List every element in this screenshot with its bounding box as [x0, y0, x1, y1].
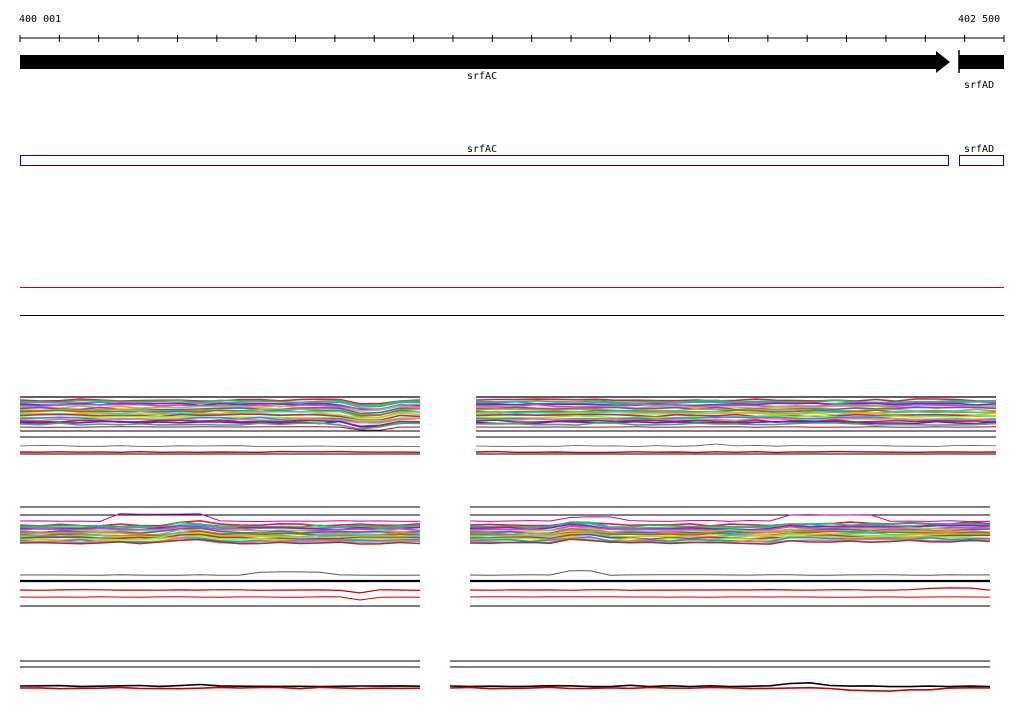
block2-red-line [469, 596, 991, 598]
block2-red-line [19, 589, 421, 594]
alignment-tracks[interactable] [19, 396, 997, 692]
block1-grey-line [19, 444, 421, 447]
block3-red-line [449, 686, 991, 692]
annotation-box-srfad [959, 155, 1004, 166]
reference-lines [20, 287, 1004, 316]
block2-red-line [469, 587, 991, 591]
block2-red-line [19, 596, 421, 601]
block1-band-2 [475, 398, 997, 426]
ruler [19, 35, 1005, 42]
block1-red-line [475, 450, 997, 454]
gene-block-srfad [959, 55, 1004, 69]
block2-grey-line [20, 571, 421, 576]
block2-grey-line [469, 570, 991, 576]
block1-grey-line [475, 443, 997, 447]
block3-red-line [19, 686, 421, 690]
block1-red-line [19, 450, 421, 454]
gene-track [20, 50, 1004, 73]
genome-browser-view: 400 001 402 500 srfAC srfAD srfAC srfAD [0, 0, 1024, 714]
block3-black-line [19, 683, 421, 688]
block3-black-line [449, 681, 991, 688]
gene-arrow-srfac [20, 51, 950, 73]
annotation-track [20, 155, 1004, 166]
annotation-box-srfac [20, 155, 949, 166]
block2-magenta-line [469, 514, 991, 523]
block2-band-0 [19, 519, 421, 545]
block2-band-2 [469, 521, 991, 545]
track-canvas [19, 35, 1005, 692]
block1-band-0 [19, 398, 421, 430]
